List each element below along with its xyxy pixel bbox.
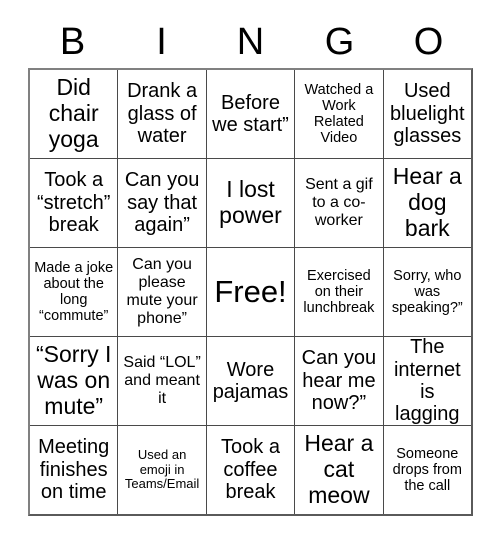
bingo-cell[interactable]: Used an emoji in Teams/Email [118,426,206,514]
bingo-cell[interactable]: Wore pajamas [206,337,295,425]
bingo-cell[interactable]: Used bluelight glasses [383,70,471,158]
bingo-cell-label: “Sorry I was on mute” [36,341,112,419]
bingo-cell[interactable]: Before we start” [206,70,295,158]
bingo-cell-label: Said “LOL” and meant it [123,354,201,407]
bingo-cell[interactable]: Hear a dog bark [383,159,471,247]
bingo-cell-label: Took a coffee break [221,436,280,504]
bingo-cell-label: Someone drops from the call [392,445,462,495]
bingo-cell[interactable]: Drank a glass of water [118,70,206,158]
bingo-cell-label: Can you hear me now?” [301,347,377,415]
bingo-cell-label: Sent a gif to a co-worker [305,176,373,229]
bingo-cell[interactable]: Did chair yoga [30,70,118,158]
bingo-cell-label: Watched a Work Related Video [304,81,374,147]
bingo-cell[interactable]: Can you say that again” [118,159,206,247]
header-letter-b: B [59,21,86,63]
bingo-header: B I N G O [28,16,473,68]
bingo-cell-label: Used an emoji in Teams/Email [124,447,200,492]
bingo-cell-label: Did chair yoga [48,74,99,152]
bingo-cell-label: Meeting finishes on time [38,436,110,504]
header-letter-g: G [324,21,355,63]
bingo-cell-label: Used bluelight glasses [390,80,465,148]
bingo-cell-label: Drank a glass of water [127,80,198,148]
bingo-cell[interactable]: Made a joke about the long “commute” [30,248,118,336]
bingo-cell-label: Exercised on their lunchbreak [303,267,375,317]
bingo-cell-label: The internet is lagging [393,337,461,425]
header-letter-n: N [236,21,265,63]
bingo-cell[interactable]: Took a “stretch” break [30,159,118,247]
bingo-card: B I N G O Did chair yoga Drank a glass of… [0,0,500,544]
bingo-cell[interactable]: The internet is lagging [383,337,471,425]
bingo-cell[interactable]: “Sorry I was on mute” [30,337,118,425]
bingo-cell-label: Hear a cat meow [304,430,374,508]
bingo-cell[interactable]: I lost power [206,159,295,247]
bingo-cell[interactable]: Said “LOL” and meant it [118,337,206,425]
bingo-cell-label: Made a joke about the long “commute” [34,259,114,325]
bingo-cell-label: Can you please mute your phone” [126,256,198,327]
bingo-cell[interactable]: Watched a Work Related Video [295,70,383,158]
header-letter-i: I [156,21,167,63]
bingo-cell[interactable]: Someone drops from the call [383,426,471,514]
bingo-cell-label: Can you say that again” [124,169,200,237]
bingo-cell[interactable]: Sent a gif to a co-worker [295,159,383,247]
bingo-cell[interactable]: Took a coffee break [206,426,295,514]
bingo-grid: Did chair yoga Drank a glass of water Befo… [28,68,473,516]
bingo-cell-label: Took a “stretch” break [37,169,111,237]
bingo-cell-label: I lost power [219,176,282,228]
bingo-cell[interactable]: Meeting finishes on time [30,426,118,514]
bingo-cell[interactable]: Hear a cat meow [295,426,383,514]
bingo-cell-label: Sorry, who was speaking?” [391,267,463,317]
bingo-cell[interactable]: Exercised on their lunchbreak [295,248,383,336]
bingo-cell[interactable]: Sorry, who was speaking?” [383,248,471,336]
bingo-cell[interactable]: Can you please mute your phone” [118,248,206,336]
header-letter-o: O [413,21,444,63]
bingo-cell-free[interactable]: Free! [206,248,295,336]
bingo-cell-label: Before we start” [212,91,289,136]
bingo-cell[interactable]: Can you hear me now?” [295,337,383,425]
bingo-cell-label: Wore pajamas [212,358,289,403]
bingo-cell-label: Hear a dog bark [392,163,462,241]
bingo-cell-label: Free! [214,273,287,309]
